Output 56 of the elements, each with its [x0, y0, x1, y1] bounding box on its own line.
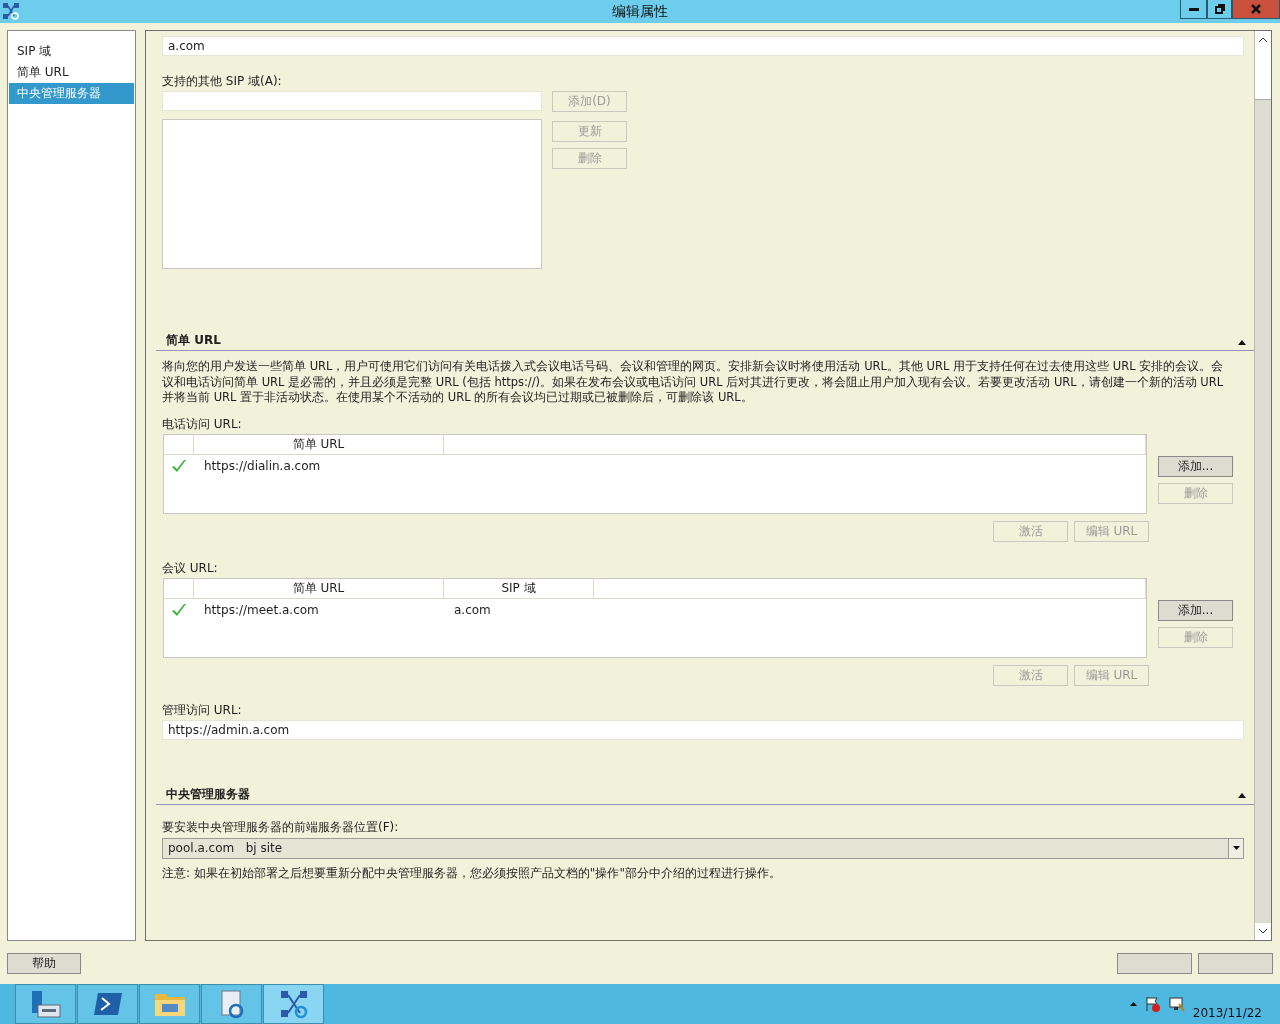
network-icon[interactable]: [1168, 996, 1185, 1012]
close-button[interactable]: [1232, 0, 1280, 19]
button[interactable]: 添加...: [1158, 599, 1233, 621]
minimize-button[interactable]: [1180, 0, 1207, 19]
column-header: SIP 域: [444, 578, 594, 598]
table-cell-text: https://meet.a.com: [203, 602, 320, 617]
scroll-up-icon[interactable]: [1259, 37, 1267, 42]
taskbar-button[interactable]: [263, 984, 324, 1024]
url-grid[interactable]: 简单 URL SIP 域 https://meet.a.com a.com: [163, 577, 1147, 658]
network-nodes-icon: [278, 989, 309, 1019]
url-grid[interactable]: 简单 URL https://dialin.a.com: [163, 433, 1147, 514]
taskbar-button[interactable]: [77, 984, 138, 1024]
section-header[interactable]: 中央管理服务器: [156, 784, 1256, 805]
nav-item[interactable]: SIP 域: [9, 41, 134, 62]
description-text: 将向您的用户发送一些简单 URL，用户可使用它们访问有关电话拨入式会议电话号码、会议和管理的网页。安排新会议时将使用活动 URL。其他 URL 用于支持任何在过去使用这些 URL 安排的会议。会议和电话访问简单 URL 是必需的，并且必须是完整 URL (包括 https://)。如果在发布会议或电话访问 URL 后对其进行更改，将会阻止用户加入现有会议。若要更改活动 URL，请创建一个新的活动 URL 并将当前 URL 置于非活动状态。在使用某个不活动的 URL 的所有会议均已过期或已被删除后，可删除该 URL。: [162, 359, 1225, 406]
close-icon: [1251, 4, 1261, 14]
taskbar-button[interactable]: [201, 984, 262, 1024]
button[interactable]: 添加...: [1158, 455, 1233, 477]
field-label: 电话访问 URL:: [162, 415, 243, 432]
show-hidden-icon[interactable]: [1129, 1002, 1137, 1006]
collapse-icon[interactable]: [1238, 339, 1246, 345]
input-field[interactable]: [162, 91, 542, 111]
scroll-thumb[interactable]: [1255, 48, 1271, 100]
table-cell-text: a.com: [453, 602, 492, 617]
taskbar-button[interactable]: [15, 984, 76, 1024]
dialog-button[interactable]: [1198, 953, 1273, 974]
section-title: 中央管理服务器: [166, 785, 250, 803]
input-field[interactable]: a.com: [162, 36, 1244, 56]
nav-item[interactable]: 简单 URL: [9, 62, 134, 83]
dropdown[interactable]: pool.a.com bj site: [162, 837, 1244, 859]
dropdown-arrow-icon: [1232, 846, 1240, 850]
column-header: 简单 URL: [194, 578, 444, 598]
restore-icon: [1214, 4, 1225, 14]
table-cell-text: https://dialin.a.com: [203, 458, 322, 473]
window-title: 编辑属性: [611, 3, 669, 21]
column-header: 简单 URL: [194, 434, 444, 454]
input-field[interactable]: https://admin.a.com: [162, 719, 1244, 740]
terminal-icon: [92, 991, 123, 1017]
field-label: 支持的其他 SIP 域(A):: [162, 73, 283, 89]
dialog-button[interactable]: [1117, 953, 1192, 974]
clock-date[interactable]: 2013/11/22: [1192, 1006, 1262, 1020]
field-label: 管理访问 URL:: [162, 701, 243, 718]
scroll-down-icon[interactable]: [1259, 929, 1267, 934]
flag-icon[interactable]: [1144, 996, 1161, 1012]
server-icon: [29, 989, 62, 1019]
scrollbar[interactable]: [1254, 31, 1271, 940]
collapse-icon[interactable]: [1238, 793, 1246, 798]
section-title: 简单 URL: [166, 332, 221, 349]
field-label: 要安装中央管理服务器的前端服务器位置(F):: [162, 818, 400, 835]
minimize-icon: [1188, 7, 1199, 11]
field-label: 会议 URL:: [162, 559, 219, 576]
note-text: 注意: 如果在初始部署之后想要重新分配中央管理服务器，您必须按照产品文档的"操作"部分中介绍的过程进行操作。: [162, 864, 782, 881]
section-header[interactable]: 简单 URL: [156, 331, 1256, 351]
taskbar-button[interactable]: [139, 984, 200, 1024]
app-icon: [2, 2, 20, 20]
help-button[interactable]: 帮助: [7, 953, 81, 974]
